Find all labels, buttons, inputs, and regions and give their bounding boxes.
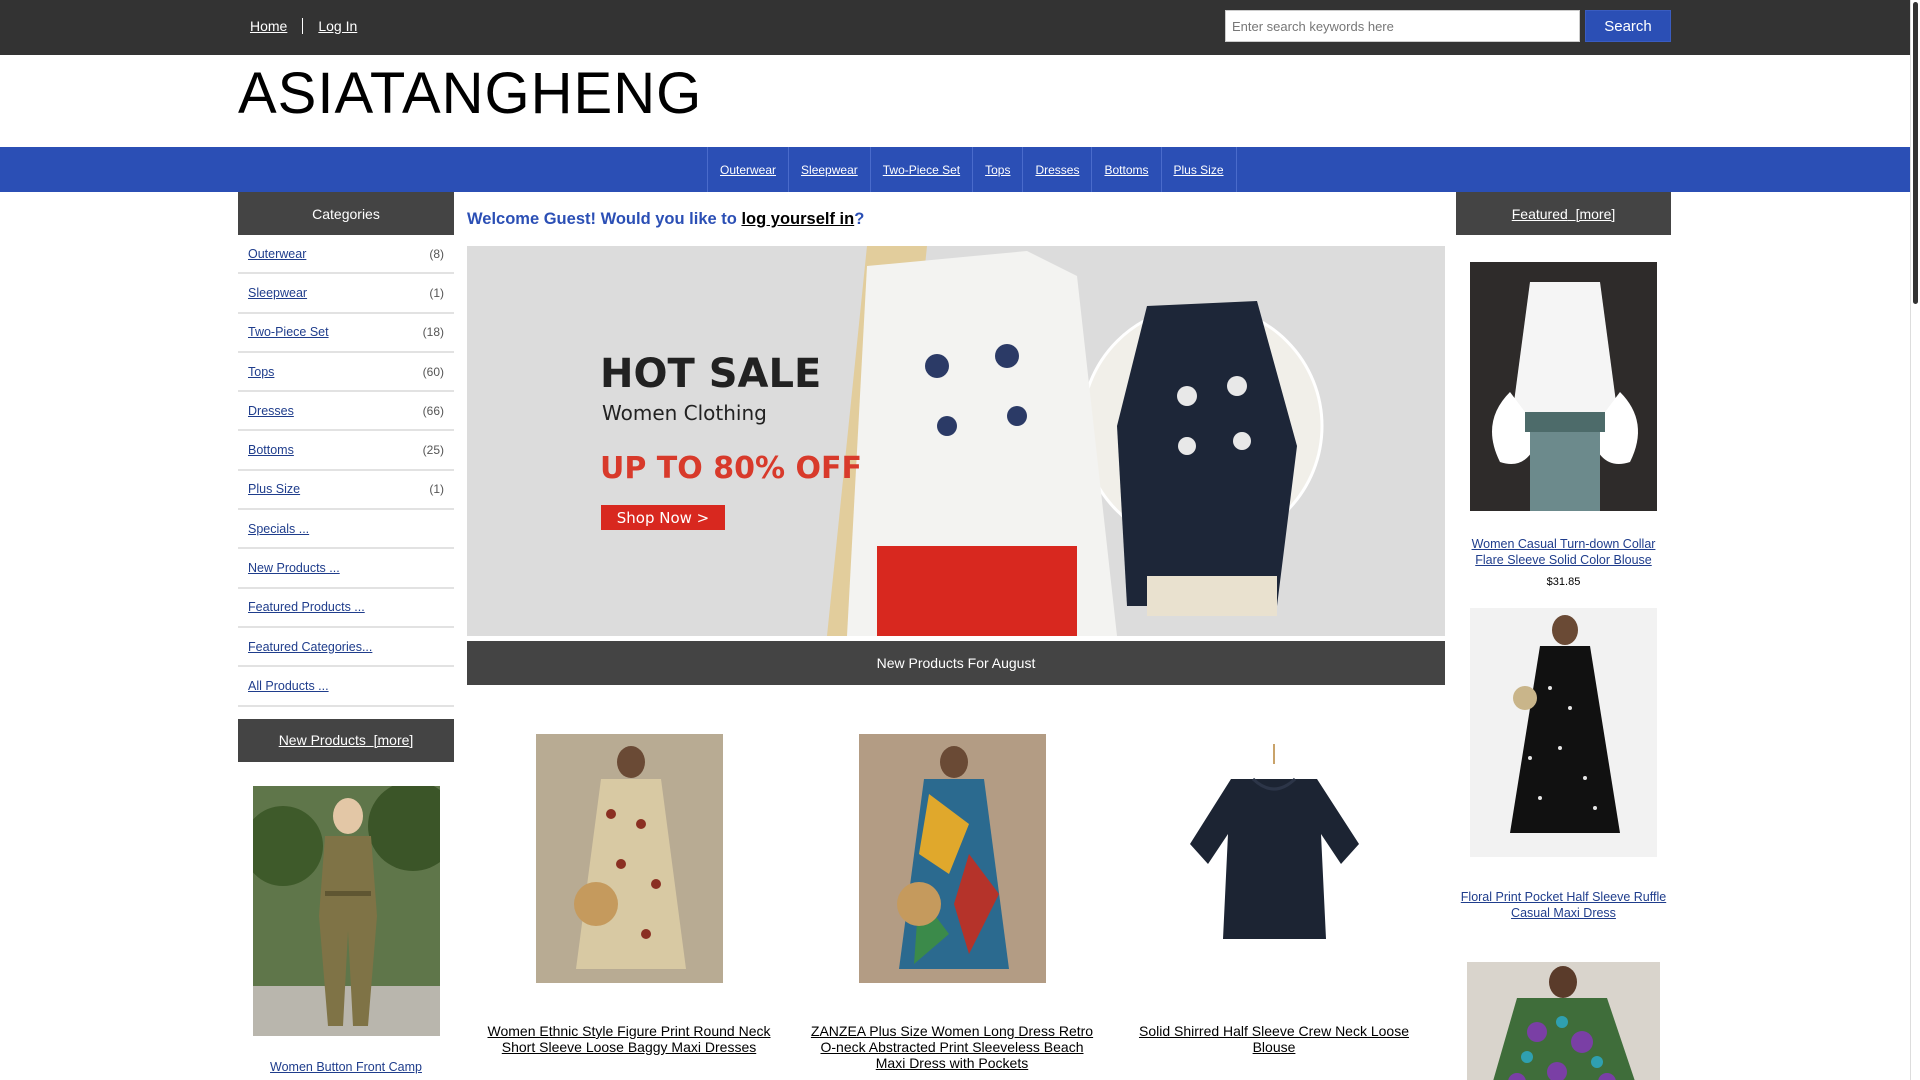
- category-count: (66): [422, 403, 444, 418]
- featured-title-link[interactable]: Featured [more]: [1512, 206, 1616, 222]
- featured-product-link[interactable]: Women Casual Turn-down Collar Flare Slee…: [1456, 537, 1671, 568]
- category-link-outerwear[interactable]: Outerwear: [248, 247, 306, 261]
- featured-item: [1456, 961, 1671, 1080]
- featured-item: Women Casual Turn-down Collar Flare Slee…: [1456, 262, 1671, 588]
- product-image-floral-maxi-dress[interactable]: [1470, 608, 1657, 858]
- category-count: (60): [422, 364, 444, 379]
- product-name-link[interactable]: Women Ethnic Style Figure Print Round Ne…: [484, 1023, 774, 1055]
- category-link-bottoms[interactable]: Bottoms: [248, 443, 294, 457]
- category-list: Outerwear (8) Sleepwear (1) Two-Piece Set (…: [238, 235, 454, 707]
- category-link-two-piece-set[interactable]: Two-Piece Set: [248, 325, 329, 339]
- product-name-link[interactable]: ZANZEA Plus Size Women Long Dress Retro …: [807, 1023, 1097, 1071]
- welcome-suffix: ?: [854, 210, 865, 228]
- product-image-flare-blouse[interactable]: [1470, 262, 1657, 511]
- login-prompt-link[interactable]: log yourself in: [741, 210, 854, 228]
- welcome-message: Welcome Guest! Would you like to log you…: [467, 210, 1445, 229]
- new-products-header: New Products [more]: [238, 718, 454, 762]
- sidebar-link-item: Featured Products ...: [238, 589, 454, 628]
- banner-headline: HOT SALE: [600, 351, 822, 397]
- product-card: ZANZEA Plus Size Women Long Dress Retro …: [807, 734, 1097, 1071]
- banner-subtitle: Women Clothing: [602, 401, 767, 425]
- hero-banner[interactable]: HOT SALE Women Clothing UP TO 80% OFF Sh…: [467, 246, 1445, 636]
- banner-offer: UP TO 80% OFF: [600, 451, 862, 486]
- featured-title: Featured: [1511, 205, 1568, 222]
- search-input[interactable]: [1225, 10, 1580, 42]
- main-content: Welcome Guest! Would you like to log you…: [467, 192, 1445, 1080]
- featured-item: Floral Print Pocket Half Sleeve Ruffle C…: [1456, 608, 1671, 921]
- category-count: (8): [429, 246, 444, 261]
- sidebar-link-item: All Products ...: [238, 667, 454, 707]
- nav-plus-size[interactable]: Plus Size: [1174, 163, 1224, 177]
- featured-products-link[interactable]: Featured Products ...: [248, 600, 365, 614]
- welcome-text: Welcome Guest! Would you like to: [467, 210, 742, 228]
- category-count: (25): [422, 443, 444, 458]
- category-nav: Outerwear Sleepwear Two-Piece Set Tops D…: [0, 147, 1910, 192]
- product-card: Women Ethnic Style Figure Print Round Ne…: [484, 734, 774, 1055]
- page-scrollbar[interactable]: [1910, 0, 1920, 1080]
- shop-now-button[interactable]: Shop Now >: [601, 505, 725, 530]
- nav-tops[interactable]: Tops: [985, 163, 1010, 177]
- product-image-print-dress[interactable]: [1467, 961, 1660, 1080]
- specials-link[interactable]: Specials ...: [248, 522, 309, 536]
- categories-header: Categories: [238, 192, 454, 235]
- nav-dresses[interactable]: Dresses: [1035, 163, 1079, 177]
- nav-divider: [302, 18, 304, 34]
- category-count: (18): [422, 325, 444, 340]
- new-products-title: New Products: [278, 732, 366, 749]
- category-item: Two-Piece Set (18): [238, 314, 454, 353]
- product-image-ethnic-dress[interactable]: [535, 734, 723, 983]
- login-link[interactable]: Log In: [318, 18, 357, 34]
- sidebar-link-item: Featured Categories...: [238, 628, 454, 668]
- site-logo[interactable]: ASIATANGHENG: [238, 60, 702, 127]
- featured-header: Featured [more]: [1456, 192, 1671, 235]
- nav-outerwear[interactable]: Outerwear: [720, 163, 776, 177]
- category-item: Tops (60): [238, 353, 454, 393]
- category-item: Bottoms (25): [238, 431, 454, 471]
- nav-sleepwear[interactable]: Sleepwear: [801, 163, 858, 177]
- category-item: Outerwear (8): [238, 235, 454, 275]
- scrollbar-thumb[interactable]: [1913, 2, 1918, 304]
- featured-product-link[interactable]: Floral Print Pocket Half Sleeve Ruffle C…: [1456, 890, 1671, 921]
- search-button[interactable]: Search: [1585, 10, 1671, 42]
- product-image-jumpsuit[interactable]: [252, 785, 440, 1036]
- category-link-plus-size[interactable]: Plus Size: [248, 482, 300, 496]
- nav-two-piece-set[interactable]: Two-Piece Set: [883, 163, 960, 177]
- top-nav: Home Log In: [250, 18, 357, 34]
- all-products-link[interactable]: All Products ...: [248, 679, 329, 693]
- new-products-more: [more]: [373, 732, 414, 749]
- product-price: $31.85: [1546, 576, 1581, 589]
- sidebar-link-item: New Products ...: [238, 549, 454, 589]
- top-bar: Home Log In Search: [0, 0, 1910, 55]
- category-item: Sleepwear (1): [238, 274, 454, 314]
- product-grid: Women Ethnic Style Figure Print Round Ne…: [467, 685, 1445, 1080]
- sidebar-link-item: Specials ...: [238, 510, 454, 550]
- banner-artwork: [467, 246, 1445, 636]
- right-sidebar: Featured [more] Women Casual Turn-down C…: [1456, 192, 1671, 1080]
- featured-more: [more]: [1575, 205, 1616, 222]
- home-link[interactable]: Home: [250, 18, 287, 34]
- product-name-link[interactable]: Solid Shirred Half Sleeve Crew Neck Loos…: [1129, 1023, 1419, 1055]
- category-item: Plus Size (1): [238, 471, 454, 511]
- left-sidebar: Categories Outerwear (8) Sleepwear (1) Two…: [238, 192, 454, 1074]
- category-count: (1): [429, 285, 444, 300]
- nav-bottoms[interactable]: Bottoms: [1104, 163, 1148, 177]
- new-products-section-header: New Products For August: [467, 641, 1445, 685]
- product-card: Solid Shirred Half Sleeve Crew Neck Loos…: [1129, 734, 1419, 1055]
- category-count: (1): [429, 482, 444, 497]
- featured-categories-link[interactable]: Featured Categories...: [248, 640, 372, 654]
- category-item: Dresses (66): [238, 392, 454, 432]
- product-image-blouse[interactable]: [1180, 734, 1368, 983]
- new-product-name-link[interactable]: Women Button Front Camp: [238, 1060, 454, 1074]
- category-link-dresses[interactable]: Dresses: [248, 404, 294, 418]
- product-image-abstract-dress[interactable]: [858, 734, 1046, 983]
- new-products-title-link[interactable]: New Products [more]: [279, 732, 414, 748]
- new-products-link[interactable]: New Products ...: [248, 561, 340, 575]
- category-link-tops[interactable]: Tops: [248, 365, 274, 379]
- category-link-sleepwear[interactable]: Sleepwear: [248, 286, 307, 300]
